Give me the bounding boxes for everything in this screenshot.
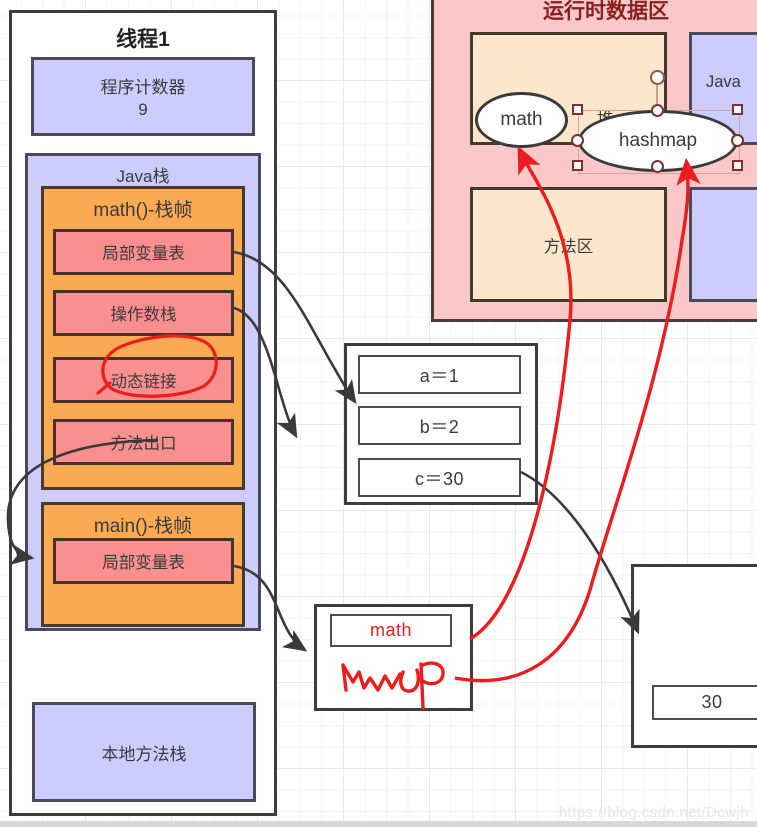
value-box: [631, 564, 757, 748]
method-area-box: 方法区: [470, 187, 667, 302]
local-var-row-a: a＝1: [358, 355, 521, 394]
program-counter-value: 9: [138, 100, 148, 119]
resize-handle-top-center[interactable]: [651, 104, 664, 117]
heap-object-math-ellipse: math: [475, 92, 568, 148]
slot-dynamic-link: 动态链接: [53, 357, 234, 403]
java-stack-label: Java栈: [116, 167, 170, 186]
local-var-row-b: b＝2: [358, 406, 521, 445]
rotate-handle[interactable]: [650, 70, 665, 85]
program-counter-box: 程序计数器 9: [31, 57, 255, 136]
slot-local-var-table-main: 局部变量表: [53, 538, 234, 584]
program-counter-label: 程序计数器: [100, 78, 186, 97]
heap-object-hashmap-label: hashmap: [618, 130, 698, 151]
resize-handle-middle-right[interactable]: [731, 134, 744, 147]
resize-handle-bottom-right[interactable]: [732, 160, 743, 171]
bottom-scrollbar[interactable]: [0, 821, 757, 827]
resize-handle-top-right[interactable]: [732, 104, 743, 115]
stack-frame-math-label: math()-栈帧: [93, 200, 193, 221]
diagram-canvas: 线程1 程序计数器 9 Java栈 math()-栈帧 局部变量表 操作数栈 动…: [0, 0, 757, 827]
runtime-right-bottom-box: [689, 187, 757, 302]
object-ref-row-math: math: [330, 614, 452, 647]
local-var-row-c: c＝30: [358, 458, 521, 497]
native-method-stack-box: 本地方法栈: [32, 702, 256, 802]
resize-handle-middle-left[interactable]: [571, 134, 584, 147]
runtime-right-top-label: Java: [706, 73, 741, 91]
slot-method-exit: 方法出口: [53, 419, 234, 465]
watermark: https://blog.csdn.net/Dcwjh: [558, 804, 749, 821]
resize-handle-top-left[interactable]: [572, 104, 583, 115]
value-row-30: 30: [652, 685, 757, 720]
runtime-data-area-title: 运行时数据区: [543, 0, 669, 23]
thread-panel-title: 线程1: [116, 28, 170, 51]
resize-handle-bottom-center[interactable]: [651, 160, 664, 173]
resize-handle-bottom-left[interactable]: [572, 160, 583, 171]
heap-object-math-label: math: [500, 109, 543, 130]
arrow-c30-to-valuebox: [520, 470, 640, 635]
slot-operand-stack: 操作数栈: [53, 290, 234, 336]
slot-local-var-table-math: 局部变量表: [53, 229, 234, 275]
stack-frame-main-label: main()-栈帧: [93, 516, 193, 537]
